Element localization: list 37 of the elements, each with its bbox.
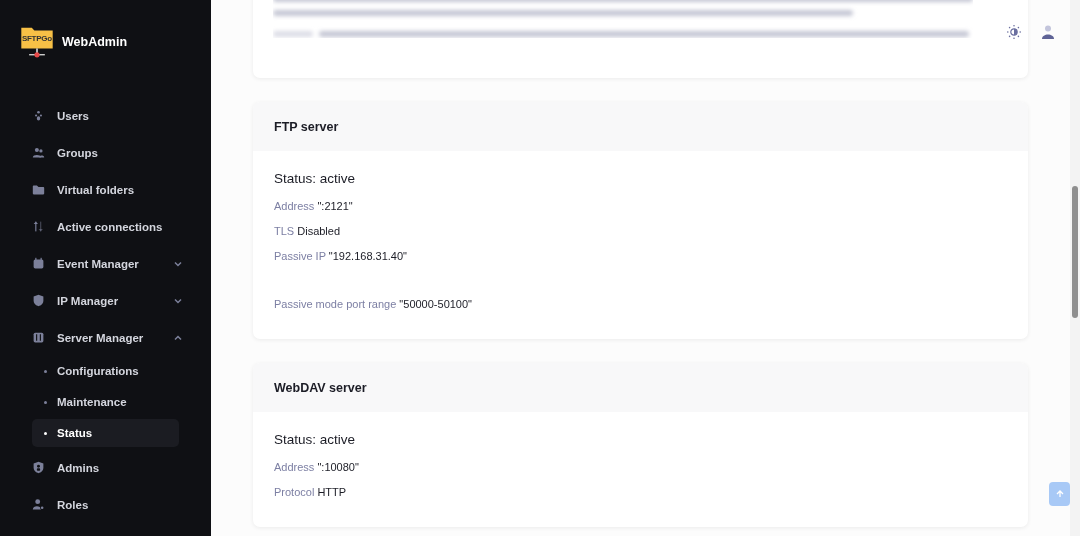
status-text: Status: active bbox=[274, 171, 357, 186]
menu-icon bbox=[32, 294, 45, 307]
menu-icon bbox=[32, 461, 45, 474]
sidebar-item[interactable]: Groups bbox=[32, 134, 179, 171]
submenu-item[interactable]: Status bbox=[32, 419, 179, 447]
field-text: Passive IP "192.168.31.40" bbox=[274, 249, 408, 264]
sidebar-item[interactable]: Admins bbox=[32, 449, 179, 486]
submenu-item[interactable]: Maintenance bbox=[32, 388, 179, 416]
menu-icon bbox=[32, 183, 45, 196]
status-text: Status: active bbox=[274, 432, 357, 447]
field-text: Protocol HTTP bbox=[274, 485, 348, 500]
menu-icon bbox=[32, 331, 45, 344]
menu-icon bbox=[32, 109, 45, 122]
sidebar-item[interactable]: Event Manager bbox=[32, 245, 179, 282]
sidebar-item[interactable]: Server Manager bbox=[32, 319, 179, 356]
logo-text: SFTPGo bbox=[22, 34, 52, 43]
menu-icon bbox=[32, 220, 45, 233]
menu-icon bbox=[32, 498, 45, 511]
card-title: WebDAV server bbox=[274, 380, 367, 395]
brand-name: WebAdmin bbox=[62, 35, 128, 49]
field-text: TLS Disabled bbox=[274, 224, 342, 239]
sidebar-item[interactable]: IP Manager bbox=[32, 282, 179, 319]
sidebar-item[interactable]: Users bbox=[32, 97, 179, 134]
field-text: Address ":2121" bbox=[274, 199, 354, 214]
field-text: Address ":10080" bbox=[274, 460, 360, 475]
sidebar-item[interactable]: Roles bbox=[32, 486, 179, 523]
field-text: Passive mode port range "50000-50100" bbox=[274, 297, 473, 312]
menu-icon bbox=[32, 146, 45, 159]
arrow-up-icon bbox=[1054, 489, 1065, 499]
user-icon[interactable] bbox=[1040, 24, 1056, 40]
card-title: FTP server bbox=[274, 119, 339, 134]
sidebar-item[interactable]: Virtual folders bbox=[32, 171, 179, 208]
submenu-item[interactable]: Configurations bbox=[32, 357, 179, 385]
scrollbar[interactable] bbox=[1070, 0, 1080, 536]
sidebar-item[interactable]: Active connections bbox=[32, 208, 179, 245]
theme-icon[interactable] bbox=[1006, 24, 1022, 40]
menu-icon bbox=[32, 257, 45, 270]
